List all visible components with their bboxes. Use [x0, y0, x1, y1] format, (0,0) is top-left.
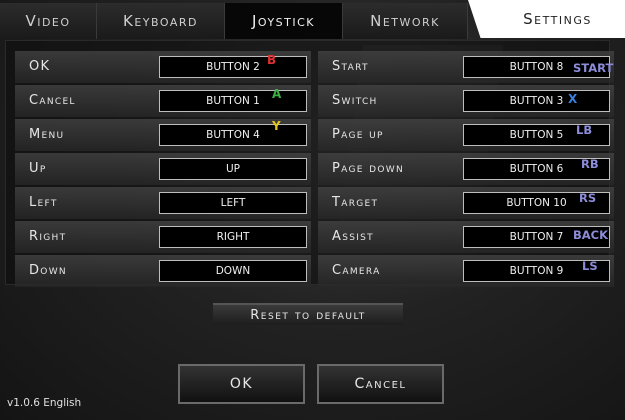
action-label: Page up	[332, 127, 384, 142]
tab-settings[interactable]: Settings	[468, 0, 625, 38]
binding-value: BUTTON 1	[206, 95, 260, 107]
controller-button-hint: LS	[582, 259, 598, 273]
binding-row-cancel: Cancel BUTTON 1 A	[15, 85, 311, 117]
binding-row-menu: Menu BUTTON 4 Y	[15, 119, 311, 151]
action-label: Camera	[332, 263, 381, 278]
binding-value: BUTTON 10	[506, 197, 567, 209]
controller-button-hint: RB	[581, 157, 599, 171]
tab-bar: Video Keyboard Joystick Network Settings	[0, 0, 625, 39]
action-label: Cancel	[29, 93, 76, 108]
ok-button[interactable]: OK	[178, 364, 305, 404]
binding-field[interactable]: DOWN	[159, 260, 307, 282]
binding-field[interactable]: BUTTON 2	[159, 56, 307, 78]
binding-value: DOWN	[215, 265, 251, 277]
controller-button-hint: RS	[579, 191, 597, 205]
binding-field[interactable]: BUTTON 1	[159, 90, 307, 112]
binding-value: BUTTON 8	[509, 61, 564, 73]
controller-button-hint: START	[573, 61, 614, 75]
binding-value: BUTTON 2	[206, 61, 260, 73]
action-label: Switch	[332, 93, 378, 108]
tab-network[interactable]: Network	[343, 3, 468, 39]
binding-row-right: Right RIGHT	[15, 221, 311, 253]
binding-field[interactable]: LEFT	[159, 192, 307, 214]
version-label: v1.0.6 English	[7, 397, 82, 409]
action-label: OK	[29, 59, 51, 74]
tab-joystick[interactable]: Joystick	[225, 3, 343, 39]
controller-button-hint: A	[272, 87, 282, 101]
binding-row-switch: Switch BUTTON 3 X	[318, 85, 614, 117]
binding-row-page-down: Page down BUTTON 6 RB	[318, 153, 614, 185]
action-label: Menu	[29, 127, 65, 142]
controller-button-hint: B	[267, 53, 277, 67]
controller-button-hint: BACK	[573, 228, 609, 242]
cancel-button[interactable]: Cancel	[317, 364, 444, 404]
binding-field[interactable]: RIGHT	[159, 226, 307, 248]
binding-field[interactable]: UP	[159, 158, 307, 180]
controller-button-hint: LB	[576, 123, 593, 137]
tab-video[interactable]: Video	[0, 3, 97, 39]
action-label: Right	[29, 229, 67, 244]
binding-value: BUTTON 5	[509, 129, 564, 141]
binding-value: BUTTON 3	[509, 95, 564, 107]
action-label: Start	[332, 59, 369, 74]
binding-value: RIGHT	[216, 231, 250, 243]
tab-keyboard[interactable]: Keyboard	[97, 3, 225, 39]
binding-value: BUTTON 6	[509, 163, 564, 175]
reset-to-default-button[interactable]: Reset to default	[213, 303, 403, 325]
action-label: Page down	[332, 161, 404, 176]
action-label: Assist	[332, 229, 374, 244]
binding-value: BUTTON 7	[509, 231, 564, 243]
binding-row-target: Target BUTTON 10 RS	[318, 187, 614, 219]
binding-field[interactable]: BUTTON 4	[159, 124, 307, 146]
binding-row-ok: OK BUTTON 2 B	[15, 51, 311, 83]
binding-field[interactable]: BUTTON 3	[463, 90, 610, 112]
binding-row-page-up: Page up BUTTON 5 LB	[318, 119, 614, 151]
binding-row-up: Up UP	[15, 153, 311, 185]
binding-row-left: Left LEFT	[15, 187, 311, 219]
binding-value: LEFT	[220, 197, 246, 209]
action-label: Left	[29, 195, 58, 210]
controller-button-hint: Y	[272, 119, 281, 133]
binding-row-camera: Camera BUTTON 9 LS	[318, 255, 614, 287]
action-label: Down	[29, 263, 67, 278]
bindings-panel: OK BUTTON 2 B Cancel BUTTON 1 A Menu BUT…	[5, 40, 614, 287]
controller-button-hint: X	[568, 92, 578, 106]
joystick-settings-window: Video Keyboard Joystick Network Settings…	[0, 0, 625, 420]
binding-value: BUTTON 4	[206, 129, 260, 141]
binding-row-assist: Assist BUTTON 7 BACK	[318, 221, 614, 253]
action-label: Target	[332, 195, 379, 210]
binding-value: UP	[225, 163, 241, 175]
binding-row-start: Start BUTTON 8 START	[318, 51, 614, 83]
binding-row-down: Down DOWN	[15, 255, 311, 287]
action-label: Up	[29, 161, 47, 176]
binding-value: BUTTON 9	[509, 265, 564, 277]
